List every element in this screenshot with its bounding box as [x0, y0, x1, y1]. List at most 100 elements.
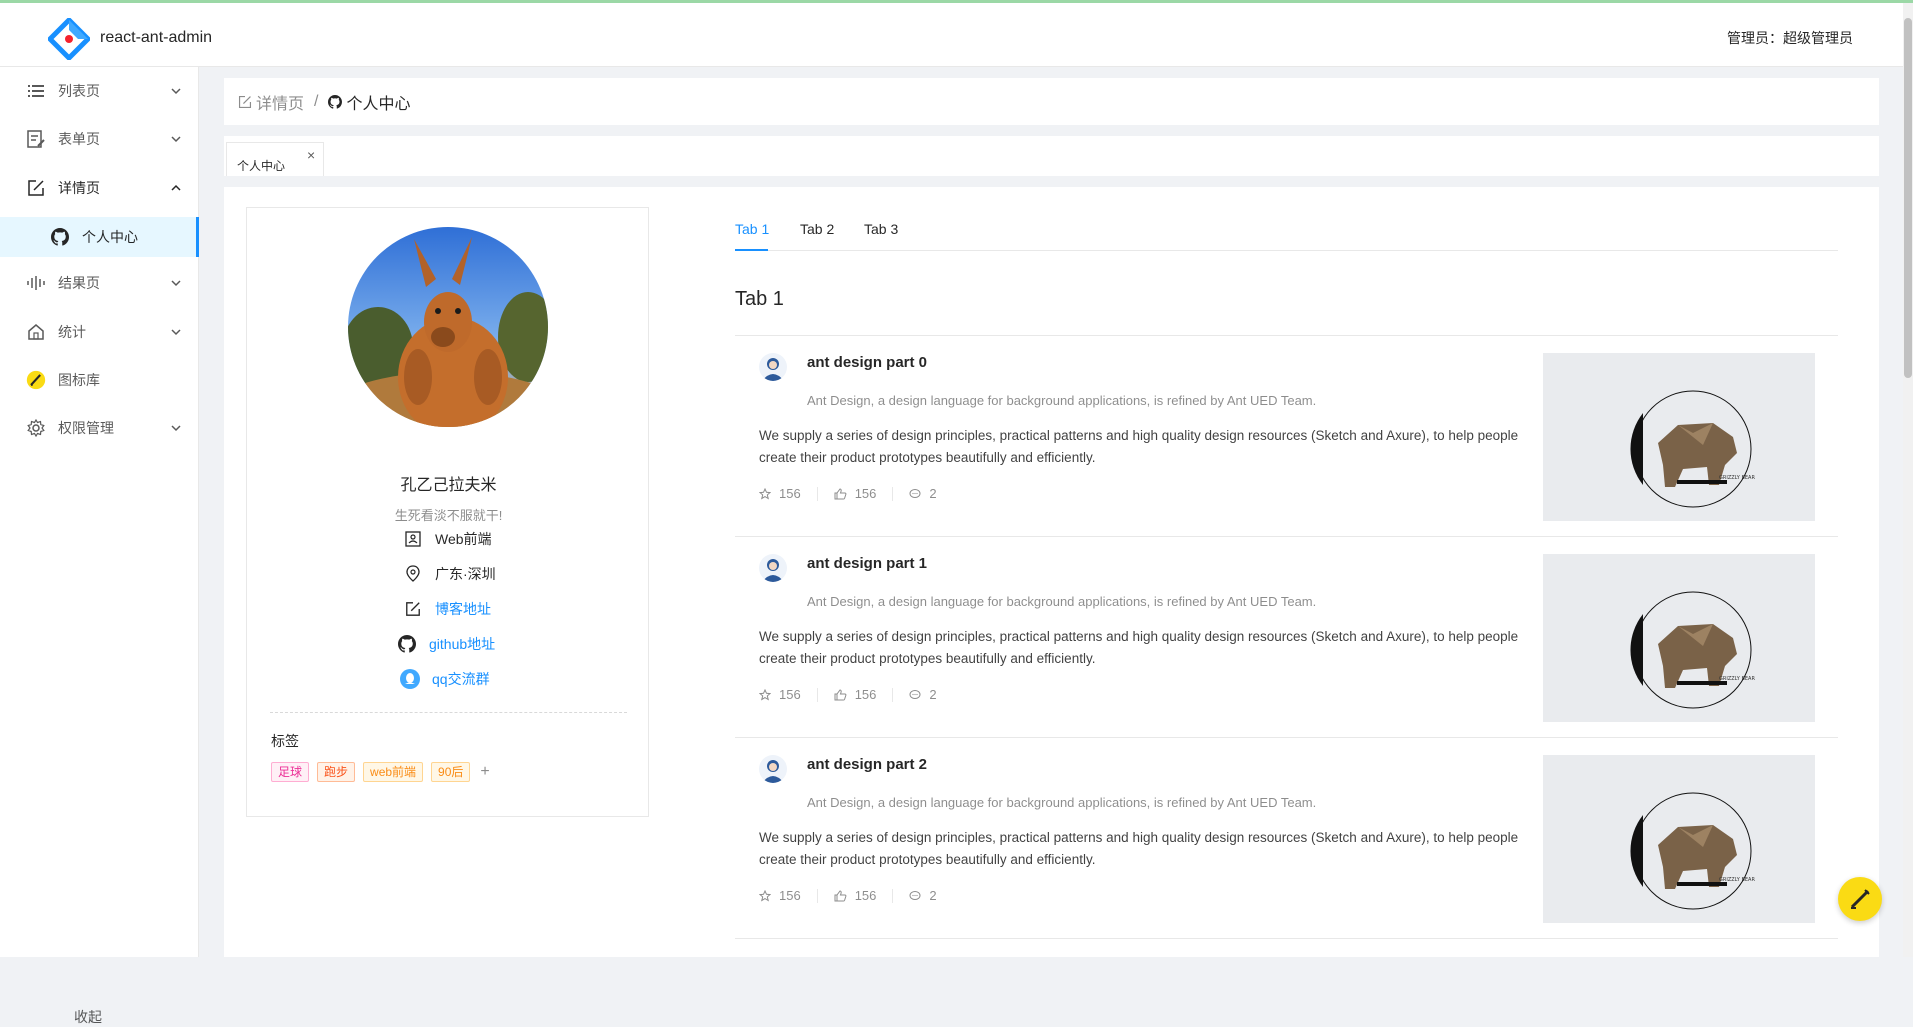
active-tab-indicator — [735, 249, 768, 251]
add-tag-button[interactable]: + — [480, 763, 489, 781]
author-avatar[interactable] — [759, 554, 787, 582]
like-action[interactable]: 156 — [834, 687, 876, 702]
tab-3[interactable]: Tab 3 — [864, 221, 898, 237]
sidebar-item-permission[interactable]: 权限管理 — [0, 408, 199, 448]
article-content: We supply a series of design principles,… — [759, 428, 1519, 465]
list-item: ant design part 0 Ant Design, a design l… — [735, 336, 1838, 537]
article-actions: 156 156 2 — [759, 888, 937, 903]
profile-info-blog[interactable]: 博客地址 — [403, 598, 491, 620]
article-title[interactable]: ant design part 2 — [807, 756, 927, 773]
page-tab-label: 个人中心 — [237, 159, 286, 173]
tab-heading: Tab 1 — [735, 288, 784, 310]
star-count: 156 — [779, 888, 801, 903]
article-title[interactable]: ant design part 0 — [807, 354, 927, 371]
pencil-icon — [1850, 889, 1870, 909]
sidebar-item-result[interactable]: 结果页 — [0, 263, 199, 303]
sidebar-subitem-label: 个人中心 — [82, 229, 138, 245]
breadcrumb: 详情页 / 个人中心 — [224, 78, 1879, 125]
breadcrumb-current-label: 个人中心 — [346, 95, 411, 113]
action-separator — [816, 687, 818, 702]
github-icon — [328, 94, 343, 109]
action-separator — [892, 486, 894, 501]
article-description: Ant Design, a design language for backgr… — [807, 393, 1317, 408]
pencil-sticker-icon — [26, 370, 46, 390]
tab-2[interactable]: Tab 2 — [800, 221, 834, 237]
github-icon — [397, 634, 417, 654]
article-actions: 156 156 2 — [759, 687, 937, 702]
article-cover-image: GRIZZLY BEAR — [1543, 755, 1815, 923]
article-description: Ant Design, a design language for backgr… — [807, 594, 1317, 609]
message-count: 2 — [929, 486, 937, 501]
profile-info-text: 广东·深圳 — [435, 566, 496, 582]
tab-1[interactable]: Tab 1 — [735, 221, 769, 237]
collapse-sidebar-button[interactable]: 收起 — [74, 1007, 102, 1027]
admin-user-label[interactable]: 管理员：超级管理员 — [1727, 28, 1853, 48]
sidebar-item-label: 图标库 — [58, 372, 100, 388]
edit-square-icon — [238, 95, 252, 108]
github-link[interactable]: github地址 — [429, 634, 495, 654]
github-icon — [50, 227, 70, 247]
location-icon — [403, 564, 423, 584]
close-icon[interactable]: × — [307, 147, 315, 163]
sidebar-item-statistics[interactable]: 统计 — [0, 312, 199, 352]
edit-square-icon — [26, 178, 46, 198]
author-avatar[interactable] — [759, 755, 787, 783]
profile-info-qq[interactable]: qq交流群 — [400, 668, 490, 690]
sidebar-item-icon-library[interactable]: 图标库 — [0, 360, 199, 400]
star-icon — [759, 487, 771, 500]
breadcrumb-current: 个人中心 — [328, 90, 410, 114]
like-count: 156 — [854, 888, 877, 903]
sidebar-item-label: 表单页 — [58, 131, 100, 147]
blog-link[interactable]: 博客地址 — [435, 599, 491, 619]
author-avatar[interactable] — [759, 353, 787, 381]
sidebar-item-label: 列表页 — [58, 83, 100, 99]
message-action[interactable]: 2 — [909, 888, 937, 903]
tag: 90后 — [431, 762, 471, 782]
like-icon — [834, 889, 847, 901]
form-icon — [26, 129, 46, 149]
star-action[interactable]: 156 — [759, 888, 801, 903]
edit-float-button[interactable] — [1838, 877, 1882, 921]
chevron-down-icon — [171, 136, 181, 143]
star-count: 156 — [779, 486, 801, 501]
like-action[interactable]: 156 — [834, 888, 877, 903]
page-tab-personal-center[interactable]: 个人中心 × — [226, 142, 324, 176]
react-ant-admin-logo[interactable] — [48, 18, 90, 60]
like-action[interactable]: 156 — [834, 486, 876, 501]
cover-caption: GRIZZLY BEAR — [1719, 475, 1755, 481]
profile-info-github[interactable]: github地址 — [397, 633, 495, 655]
article-actions: 156 156 2 — [759, 486, 937, 501]
message-icon — [909, 488, 921, 498]
profile-name: 孔乙己拉夫米 — [400, 477, 497, 494]
star-action[interactable]: 156 — [759, 486, 801, 501]
message-action[interactable]: 2 — [909, 486, 937, 501]
sidebar-subitem-personal-center[interactable]: 个人中心 — [0, 217, 199, 257]
cover-caption: GRIZZLY BEAR — [1719, 676, 1755, 682]
cover-caption: GRIZZLY BEAR — [1719, 877, 1755, 883]
content-tabs: Tab 1 Tab 2 Tab 3 — [735, 207, 1838, 251]
article-cover-image: GRIZZLY BEAR — [1543, 353, 1815, 521]
breadcrumb-separator: / — [314, 92, 319, 110]
qq-group-link[interactable]: qq交流群 — [432, 669, 490, 689]
message-icon — [909, 890, 921, 900]
tag-list: 足球 跑步 web前端 90后 + — [271, 762, 490, 782]
breadcrumb-parent[interactable]: 详情页 — [238, 90, 304, 114]
article-title[interactable]: ant design part 1 — [807, 555, 927, 572]
message-count: 2 — [929, 687, 937, 702]
star-action[interactable]: 156 — [759, 687, 801, 702]
top-header: react-ant-admin 管理员：超级管理员 — [0, 3, 1913, 67]
qq-icon — [400, 669, 420, 689]
article-content: We supply a series of design principles,… — [759, 830, 1519, 867]
profile-avatar — [348, 227, 548, 427]
message-action[interactable]: 2 — [909, 687, 937, 702]
page-tabs-bar: 个人中心 × — [224, 136, 1879, 176]
sidebar-item-label: 权限管理 — [58, 420, 114, 436]
message-icon — [909, 689, 921, 699]
app-title[interactable]: react-ant-admin — [100, 29, 212, 47]
sidebar-item-list[interactable]: 列表页 — [0, 71, 199, 111]
sidebar-item-form[interactable]: 表单页 — [0, 119, 199, 159]
sidebar-item-detail[interactable]: 详情页 — [0, 168, 199, 208]
scrollbar-thumb[interactable] — [1904, 18, 1912, 378]
action-separator — [892, 888, 894, 903]
profile-card: 孔乙己拉夫米 生死看淡不服就干! Web前端 广东·深圳 博客地址 github… — [246, 207, 649, 817]
